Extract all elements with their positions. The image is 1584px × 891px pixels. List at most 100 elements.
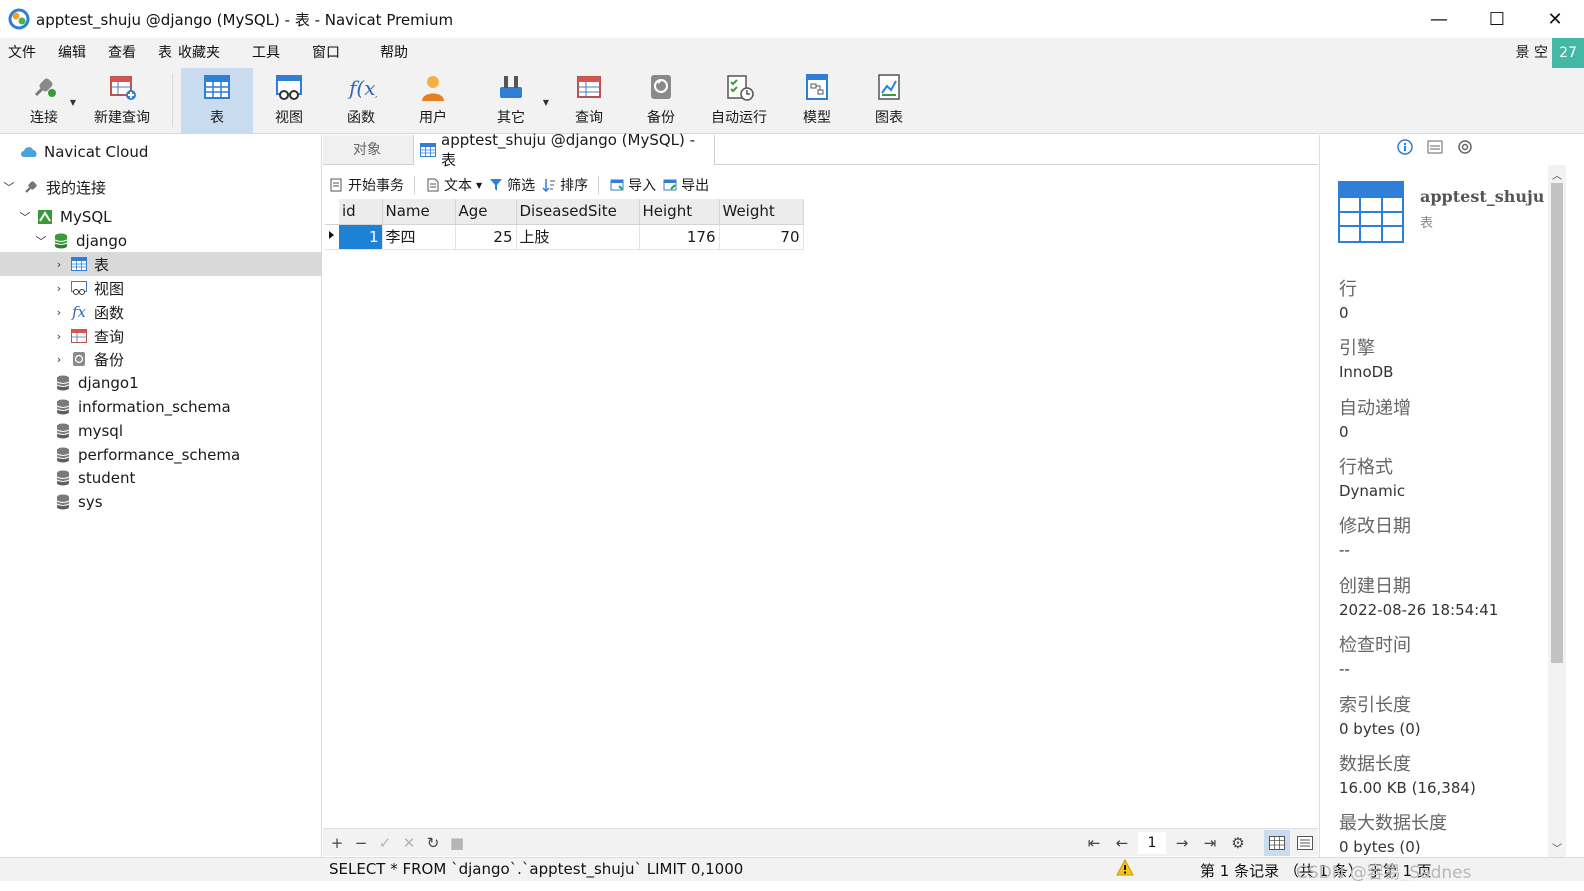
warning-icon[interactable] — [1116, 858, 1134, 881]
chevron-right-icon[interactable]: › — [52, 306, 66, 319]
my-connections-item[interactable]: ﹀ 我的连接 — [0, 175, 322, 199]
tree-item-tables[interactable]: › 表 — [0, 252, 322, 276]
database-item[interactable]: sys — [0, 490, 322, 514]
chevron-down-icon[interactable]: ▼ — [70, 98, 76, 107]
import-button[interactable]: 导入 — [609, 175, 656, 195]
menu-favorites[interactable]: 收藏夹 — [178, 38, 244, 68]
minimize-button[interactable]: — — [1410, 0, 1468, 38]
delete-record-button[interactable]: − — [349, 834, 373, 852]
scrollbar-thumb[interactable] — [1551, 183, 1563, 663]
menu-edit[interactable]: 编辑 — [50, 38, 100, 68]
preview-settings-icon[interactable] — [1457, 139, 1473, 159]
database-item[interactable]: django1 — [0, 371, 322, 395]
tree-item-backups[interactable]: › 备份 — [0, 347, 322, 371]
toolbar-query-button[interactable]: 查询 — [553, 68, 625, 133]
export-button[interactable]: 导出 — [662, 175, 709, 195]
column-header-age[interactable]: Age — [455, 199, 517, 225]
tab-table-apptest-shuju[interactable]: apptest_shuju @django (MySQL) - 表 — [413, 131, 715, 169]
toolbar-table-button[interactable]: 表 — [181, 68, 253, 133]
cell-name[interactable]: 李四 — [382, 224, 456, 250]
mysql-connection-icon — [36, 208, 54, 226]
menu-view[interactable]: 查看 — [100, 38, 150, 68]
info-panel-scrollbar[interactable]: ︿ ﹀ — [1548, 165, 1566, 857]
column-header-id[interactable]: id — [339, 199, 383, 225]
close-button[interactable]: ✕ — [1526, 0, 1584, 38]
page-number-field[interactable]: 1 — [1138, 832, 1166, 854]
chevron-down-icon[interactable]: ﹀ — [18, 209, 32, 225]
info-icon[interactable] — [1396, 139, 1413, 159]
menu-help[interactable]: 帮助 — [372, 38, 422, 68]
table-row[interactable]: 1 李四 25 上肢 176 70 — [325, 224, 804, 250]
connection-mysql-item[interactable]: ﹀ MySQL — [0, 205, 322, 229]
grid-view-button[interactable] — [1264, 830, 1290, 856]
chevron-right-icon[interactable]: › — [52, 282, 66, 295]
first-page-button[interactable]: ⇤ — [1082, 834, 1106, 852]
begin-transaction-button[interactable]: 开始事务 — [329, 175, 404, 195]
database-item[interactable]: student — [0, 466, 322, 490]
column-header-weight[interactable]: Weight — [719, 199, 804, 225]
menu-file[interactable]: 文件 — [0, 38, 50, 68]
column-header-height[interactable]: Height — [639, 199, 720, 225]
toolbar-chart-button[interactable]: 图表 — [853, 68, 925, 133]
current-row-indicator-icon[interactable] — [325, 224, 339, 250]
main-toolbar: 连接 ▼ 新建查询 表 视图 f(x) 函数 用户 其它 ▼ 查询 备份 自动运… — [0, 68, 1584, 134]
filter-button[interactable]: 筛选 — [488, 175, 535, 195]
toolbar-view-button[interactable]: 视图 — [253, 68, 325, 133]
cell-id[interactable]: 1 — [339, 224, 383, 250]
menu-table[interactable]: 表 — [150, 38, 178, 68]
scroll-down-icon[interactable]: ﹀ — [1552, 840, 1562, 855]
chevron-right-icon[interactable]: › — [52, 258, 66, 271]
toolbar-backup-button[interactable]: 备份 — [625, 68, 697, 133]
tree-item-functions[interactable]: › fx 函数 — [0, 300, 322, 324]
chevron-right-icon[interactable]: › — [52, 330, 66, 343]
toolbar-others-button[interactable]: 其它 ▼ — [469, 68, 553, 133]
tree-item-views[interactable]: › 视图 — [0, 276, 322, 300]
column-header-name[interactable]: Name — [382, 199, 456, 225]
prev-page-button[interactable]: ← — [1110, 834, 1134, 852]
database-item[interactable]: performance_schema — [0, 443, 322, 467]
chevron-right-icon[interactable]: › — [52, 353, 66, 366]
info-panel-header: apptest_shuju 表 — [1338, 181, 1544, 243]
plug-icon — [34, 78, 56, 97]
toolbar-new-query-button[interactable]: 新建查询 — [80, 68, 164, 133]
navicat-cloud-item[interactable]: Navicat Cloud — [0, 140, 322, 164]
cell-height[interactable]: 176 — [639, 224, 720, 250]
text-view-button[interactable]: 文本 ▼ — [425, 175, 482, 195]
form-view-button[interactable] — [1292, 830, 1318, 856]
menu-window[interactable]: 窗口 — [304, 38, 372, 68]
maximize-button[interactable]: ☐ — [1468, 0, 1526, 38]
ddl-icon[interactable] — [1427, 139, 1443, 159]
database-item[interactable]: mysql — [0, 419, 322, 443]
database-item[interactable]: information_schema — [0, 395, 322, 419]
view-icon — [276, 75, 302, 100]
next-page-button[interactable]: → — [1170, 834, 1194, 852]
notification-badge[interactable]: 27 — [1552, 38, 1584, 68]
chevron-down-icon[interactable]: ▼ — [476, 181, 482, 190]
user-label[interactable]: 景 空 — [1516, 38, 1548, 68]
column-header-diseasedsite[interactable]: DiseasedSite — [516, 199, 640, 225]
tab-objects[interactable]: 对象 — [323, 135, 411, 165]
stop-button[interactable]: ■ — [445, 834, 469, 852]
menu-tools[interactable]: 工具 — [244, 38, 304, 68]
toolbar-user-button[interactable]: 用户 — [397, 68, 469, 133]
cell-age[interactable]: 25 — [455, 224, 517, 250]
toolbar-model-button[interactable]: 模型 — [781, 68, 853, 133]
chevron-down-icon[interactable]: ﹀ — [2, 179, 16, 195]
cell-weight[interactable]: 70 — [719, 224, 804, 250]
refresh-button[interactable]: ↻ — [421, 834, 445, 852]
last-page-button[interactable]: ⇥ — [1198, 834, 1222, 852]
chevron-down-icon[interactable]: ▼ — [543, 98, 549, 107]
scroll-up-icon[interactable]: ︿ — [1552, 167, 1562, 182]
toolbar-automation-button[interactable]: 自动运行 — [697, 68, 781, 133]
apply-changes-button[interactable]: ✓ — [373, 834, 397, 852]
grid-settings-button[interactable]: ⚙ — [1226, 834, 1250, 852]
tree-item-queries[interactable]: › 查询 — [0, 324, 322, 348]
database-django-item[interactable]: ﹀ django — [0, 229, 322, 253]
cell-diseasedsite[interactable]: 上肢 — [516, 224, 640, 250]
add-record-button[interactable]: + — [325, 834, 349, 852]
chevron-down-icon[interactable]: ﹀ — [34, 233, 48, 249]
sort-button[interactable]: 排序 — [541, 175, 588, 195]
toolbar-function-button[interactable]: f(x) 函数 — [325, 68, 397, 133]
toolbar-connect-button[interactable]: 连接 ▼ — [8, 68, 80, 133]
discard-changes-button[interactable]: ✕ — [397, 834, 421, 852]
